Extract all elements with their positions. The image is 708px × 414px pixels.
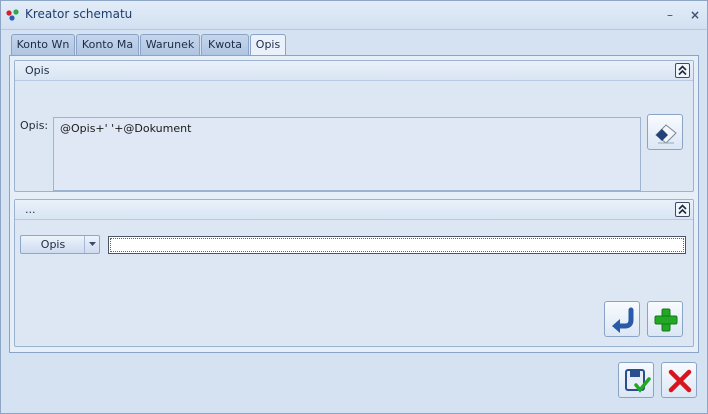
collapse-builder-button[interactable] [675, 202, 690, 217]
tab-opis[interactable]: Opis [250, 34, 286, 57]
expression-builder-group: ... Opis [14, 199, 694, 347]
opis-group-header: Opis [15, 61, 693, 81]
tab-warunek[interactable]: Warunek [140, 34, 200, 56]
opis-group-title: Opis [25, 64, 50, 77]
minimize-button[interactable]: – [661, 6, 679, 24]
red-x-icon [668, 369, 692, 393]
schema-wizard-window: Kreator schematu – × Konto Wn Konto Ma W… [0, 0, 708, 414]
builder-group-title: ... [25, 203, 36, 216]
field-type-dropdown-value: Opis [40, 238, 66, 251]
opis-textarea[interactable]: @Opis+' '+@Dokument [53, 117, 641, 191]
tab-kwota[interactable]: Kwota [201, 34, 249, 56]
dropdown-arrow[interactable] [84, 236, 99, 253]
double-chevron-up-icon [678, 204, 687, 215]
field-type-dropdown[interactable]: Opis [20, 235, 100, 254]
save-button[interactable] [618, 362, 654, 398]
add-expression-button[interactable] [647, 301, 683, 337]
title-bar: Kreator schematu – × [1, 1, 707, 30]
chevron-down-icon [89, 242, 96, 246]
window-title: Kreator schematu [25, 7, 133, 21]
app-logo-icon [6, 9, 19, 21]
edit-opis-button[interactable] [647, 114, 683, 150]
insert-expression-button[interactable] [604, 301, 640, 337]
builder-group-header: ... [15, 200, 693, 220]
tab-konto-wn[interactable]: Konto Wn [11, 34, 75, 56]
expression-input[interactable] [108, 236, 686, 254]
plus-icon [654, 308, 678, 332]
save-check-icon [625, 369, 651, 393]
tab-konto-ma[interactable]: Konto Ma [76, 34, 139, 56]
tab-panel-opis: Opis Opis: @Opis+' '+@Dokument ... Opis [9, 55, 699, 353]
eraser-icon [655, 124, 677, 144]
cancel-button[interactable] [661, 362, 697, 398]
insert-arrow-icon [612, 307, 634, 333]
double-chevron-up-icon [678, 65, 687, 76]
close-window-button[interactable]: × [686, 6, 704, 24]
opis-group: Opis Opis: @Opis+' '+@Dokument [14, 60, 694, 192]
collapse-opis-button[interactable] [675, 63, 690, 78]
opis-field-label: Opis: [20, 119, 49, 132]
